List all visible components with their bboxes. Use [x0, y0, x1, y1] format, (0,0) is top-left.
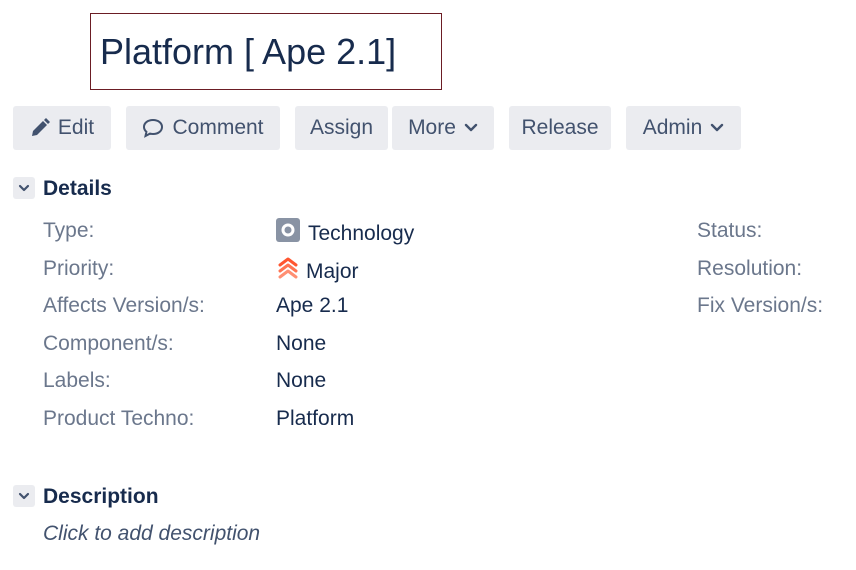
- technology-type-icon: [276, 218, 300, 249]
- components-label: Component/s:: [43, 332, 174, 355]
- description-heading: Description: [43, 485, 159, 508]
- priority-value-text: Major: [306, 259, 359, 283]
- priority-value[interactable]: Major: [276, 256, 359, 287]
- type-value-text: Technology: [308, 221, 415, 245]
- chevron-down-icon: [18, 179, 30, 197]
- labels-label: Labels:: [43, 369, 111, 392]
- resolution-label: Resolution:: [697, 257, 803, 280]
- type-label: Type:: [43, 219, 95, 242]
- affects-version-label: Affects Version/s:: [43, 294, 205, 317]
- priority-label: Priority:: [43, 257, 115, 280]
- edit-button-label: Edit: [57, 116, 95, 139]
- details-collapse-toggle[interactable]: [13, 177, 35, 199]
- details-heading: Details: [43, 177, 112, 200]
- edit-button[interactable]: Edit: [13, 106, 111, 150]
- comment-button-label: Comment: [172, 116, 264, 139]
- release-button-label: Release: [521, 116, 599, 139]
- chevron-down-icon: [18, 487, 30, 505]
- chevron-down-icon: [710, 123, 724, 133]
- components-value[interactable]: None: [276, 331, 326, 357]
- comment-button[interactable]: Comment: [126, 106, 280, 150]
- chevron-down-icon: [464, 123, 478, 133]
- assign-button[interactable]: Assign: [295, 106, 388, 150]
- affects-version-value[interactable]: Ape 2.1: [276, 293, 348, 319]
- description-collapse-toggle[interactable]: [13, 485, 35, 507]
- product-techno-label: Product Techno:: [43, 407, 195, 430]
- priority-major-icon: [276, 256, 300, 287]
- admin-button[interactable]: Admin: [626, 106, 741, 150]
- page-title[interactable]: Platform [ Ape 2.1]: [100, 30, 396, 74]
- comment-icon: [142, 118, 164, 138]
- more-button[interactable]: More: [392, 106, 494, 150]
- pencil-icon: [30, 118, 50, 138]
- description-placeholder[interactable]: Click to add description: [43, 520, 260, 548]
- release-button[interactable]: Release: [509, 106, 611, 150]
- labels-value[interactable]: None: [276, 368, 326, 394]
- assign-button-label: Assign: [309, 116, 374, 139]
- status-label: Status:: [697, 219, 763, 242]
- more-button-label: More: [408, 116, 456, 139]
- type-value[interactable]: Technology: [276, 218, 414, 249]
- product-techno-value[interactable]: Platform: [276, 406, 354, 432]
- fix-version-label: Fix Version/s:: [697, 294, 824, 317]
- admin-button-label: Admin: [642, 116, 703, 139]
